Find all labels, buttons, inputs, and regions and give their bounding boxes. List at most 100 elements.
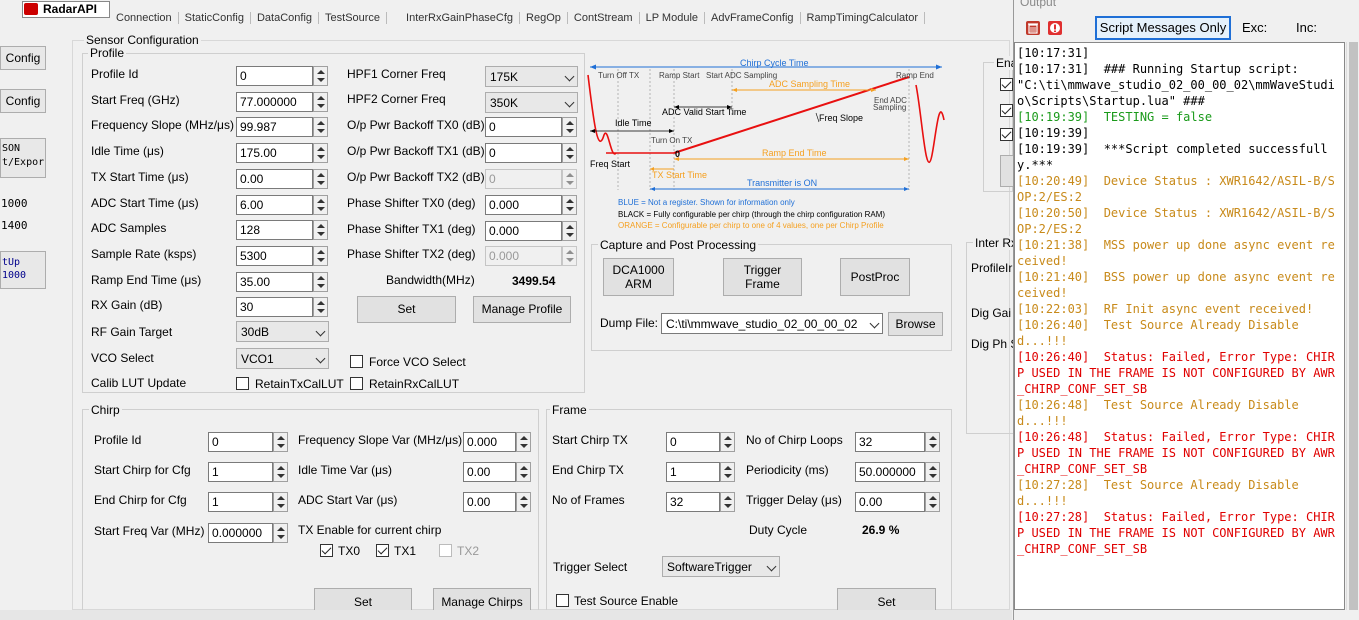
no-of-frames-input[interactable]: 32 xyxy=(666,492,720,512)
adc-var-spinner[interactable] xyxy=(516,492,531,512)
setup-button[interactable]: tUp 1000 xyxy=(0,251,46,289)
rx-gain-input[interactable]: 30 xyxy=(236,297,313,317)
adc-start-spinner[interactable] xyxy=(313,195,328,215)
tab-9[interactable]: AdvFrameConfig xyxy=(705,12,801,24)
tab-1[interactable]: StaticConfig xyxy=(179,12,251,24)
tx0-backoff-label: O/p Pwr Backoff TX0 (dB) xyxy=(347,118,485,132)
chirp-profile-id-input[interactable]: 0 xyxy=(208,432,273,452)
tab-6[interactable]: RegOp xyxy=(520,12,568,24)
start-chirp-tx-input[interactable]: 0 xyxy=(666,432,720,452)
dca1000-arm-button[interactable]: DCA1000 ARM xyxy=(603,258,674,296)
sample-rate-spinner[interactable] xyxy=(313,246,328,266)
manage-profile-button[interactable]: Manage Profile xyxy=(473,296,571,323)
adc-start-input[interactable]: 6.00 xyxy=(236,195,313,215)
rx-gain-spinner[interactable] xyxy=(313,297,328,317)
tx-start-spinner[interactable] xyxy=(313,169,328,189)
script-messages-only-button[interactable]: Script Messages Only xyxy=(1095,16,1231,40)
json-export-button[interactable]: SON t/Expor xyxy=(0,138,46,178)
chirp-profile-id-spinner[interactable] xyxy=(273,432,288,452)
freq-slope-spinner[interactable] xyxy=(313,117,328,137)
trigger-frame-button[interactable]: Trigger Frame xyxy=(723,258,802,296)
retain-rx-cal-checkbox[interactable] xyxy=(350,377,363,390)
scrollbar-thumb[interactable] xyxy=(1349,42,1358,610)
browse-button[interactable]: Browse xyxy=(888,312,943,336)
tab-10[interactable]: RampTimingCalculator xyxy=(801,12,926,24)
end-chirp-cfg-spinner[interactable] xyxy=(273,492,288,512)
main-horizontal-scrollbar[interactable] xyxy=(0,610,1012,620)
end-chirp-cfg-input[interactable]: 1 xyxy=(208,492,273,512)
tx1-backoff-spinner[interactable] xyxy=(562,143,577,163)
trigger-delay-input[interactable]: 0.00 xyxy=(855,492,925,512)
idle-var-spinner[interactable] xyxy=(516,462,531,482)
chirp-loops-input[interactable]: 32 xyxy=(855,432,925,452)
tx1-checkbox[interactable] xyxy=(376,544,389,557)
output-vertical-scrollbar[interactable] xyxy=(1346,42,1359,610)
tx-start-input[interactable]: 0.00 xyxy=(236,169,313,189)
end-chirp-tx-input[interactable]: 1 xyxy=(666,462,720,482)
trash-icon[interactable] xyxy=(1024,19,1042,37)
retain-tx-cal-checkbox[interactable] xyxy=(236,377,249,390)
phase-shifter-tx0-spinner[interactable] xyxy=(562,195,577,215)
enable-checkbox-2[interactable] xyxy=(1000,104,1013,117)
idle-time-spinner[interactable] xyxy=(313,143,328,163)
tab-2[interactable]: DataConfig xyxy=(251,12,320,24)
periodicity-input[interactable]: 50.000000 xyxy=(855,462,925,482)
idle-time-input[interactable]: 175.00 xyxy=(236,143,313,163)
end-chirp-tx-spinner[interactable] xyxy=(720,462,735,482)
config-button-1[interactable]: Config xyxy=(0,46,46,70)
phase-shifter-tx1-input[interactable]: 0.000 xyxy=(485,221,562,241)
sample-rate-input[interactable]: 5300 xyxy=(236,246,313,266)
tx0-checkbox[interactable] xyxy=(320,544,333,557)
freq-slope-input[interactable]: 99.987 xyxy=(236,117,313,137)
dump-file-select[interactable]: C:\ti\mmwave_studio_02_00_00_02 xyxy=(661,313,883,334)
adc-samples-spinner[interactable] xyxy=(313,220,328,240)
force-vco-checkbox[interactable] xyxy=(350,355,363,368)
stop-icon[interactable] xyxy=(1046,19,1064,37)
adc-var-input[interactable]: 0.00 xyxy=(463,492,516,512)
ramp-end-spinner[interactable] xyxy=(313,272,328,292)
tx1-backoff-input[interactable]: 0 xyxy=(485,143,562,163)
tab-8[interactable]: LP Module xyxy=(640,12,705,24)
tab-5[interactable]: InterRxGainPhaseCfg xyxy=(400,12,521,24)
hpf1-select[interactable]: 175K xyxy=(485,66,578,87)
postproc-button[interactable]: PostProc xyxy=(840,258,910,296)
periodicity-spinner[interactable] xyxy=(925,462,940,482)
start-freq-input[interactable]: 77.000000 xyxy=(236,92,313,112)
idle-var-input[interactable]: 0.00 xyxy=(463,462,516,482)
start-freq-var-input[interactable]: 0.000000 xyxy=(208,523,273,543)
enable-set-button[interactable] xyxy=(1000,155,1014,187)
vco-select[interactable]: VCO1 xyxy=(236,348,329,369)
adc-samples-input[interactable]: 128 xyxy=(236,220,313,240)
profile-id-spinner[interactable] xyxy=(313,66,328,86)
tx0-backoff-input[interactable]: 0 xyxy=(485,117,562,137)
diag-chirp-cycle-label: Chirp Cycle Time xyxy=(740,58,809,68)
start-chirp-tx-spinner[interactable] xyxy=(720,432,735,452)
phase-shifter-tx0-input[interactable]: 0.000 xyxy=(485,195,562,215)
phase-shifter-tx1-spinner[interactable] xyxy=(562,221,577,241)
enable-checkbox-3[interactable] xyxy=(1000,128,1013,141)
slope-var-spinner[interactable] xyxy=(516,432,531,452)
ramp-end-input[interactable]: 35.00 xyxy=(236,272,313,292)
tab-3[interactable]: TestSource xyxy=(319,12,388,24)
rf-gain-select[interactable]: 30dB xyxy=(236,321,329,342)
start-chirp-cfg-spinner[interactable] xyxy=(273,462,288,482)
output-log[interactable]: [10:17:31] [10:17:31] ### Running Startup… xyxy=(1014,42,1345,610)
test-source-checkbox[interactable] xyxy=(556,594,569,607)
profile-set-button[interactable]: Set xyxy=(357,296,456,323)
slope-var-input[interactable]: 0.000 xyxy=(463,432,516,452)
hpf2-select[interactable]: 350K xyxy=(485,92,578,113)
tx0-backoff-spinner[interactable] xyxy=(562,117,577,137)
start-freq-var-spinner[interactable] xyxy=(273,523,288,543)
trigger-delay-spinner[interactable] xyxy=(925,492,940,512)
enable-checkbox-1[interactable] xyxy=(1000,78,1013,91)
profile-id-input[interactable]: 0 xyxy=(236,66,313,86)
start-freq-spinner[interactable] xyxy=(313,92,328,112)
trigger-select[interactable]: SoftwareTrigger xyxy=(662,556,780,577)
start-chirp-cfg-input[interactable]: 1 xyxy=(208,462,273,482)
tab-0[interactable]: Connection xyxy=(110,12,179,24)
tab-7[interactable]: ContStream xyxy=(568,12,640,24)
chirp-loops-spinner[interactable] xyxy=(925,432,940,452)
calib-lut-label: Calib LUT Update xyxy=(91,376,187,390)
config-button-2[interactable]: Config xyxy=(0,89,46,113)
no-of-frames-spinner[interactable] xyxy=(720,492,735,512)
